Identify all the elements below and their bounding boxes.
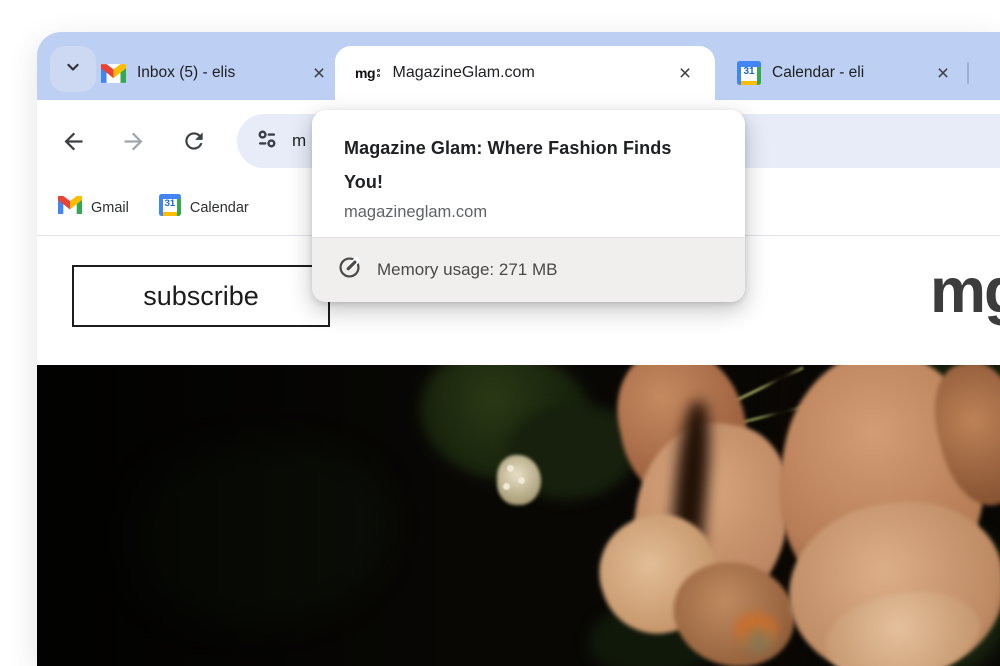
bookmark-calendar[interactable]: 31 Calendar	[159, 194, 249, 221]
tab-calendar[interactable]: 31 Calendar - eli ×	[737, 46, 955, 100]
close-icon[interactable]: ×	[307, 61, 331, 85]
gmail-icon	[101, 64, 126, 83]
forward-arrow-icon	[120, 128, 147, 155]
reload-icon	[181, 128, 207, 154]
hero-flower-image	[37, 365, 1000, 666]
hover-card-title: Magazine Glam: Where Fashion Finds You!	[344, 131, 713, 199]
bookmark-label: Gmail	[91, 200, 129, 216]
back-button[interactable]	[56, 124, 90, 158]
magazineglam-favicon: mg	[355, 65, 380, 81]
hover-card-memory-section: Memory usage: 271 MB	[312, 237, 745, 302]
tune-icon	[256, 128, 278, 155]
chevron-down-icon	[63, 57, 83, 82]
subscribe-label: subscribe	[143, 281, 259, 312]
favicon-marks	[377, 69, 380, 79]
tab-hover-card: Magazine Glam: Where Fashion Finds You! …	[312, 110, 745, 302]
screenshot-stage: Inbox (5) - elis × mg MagazineGlam.com ×…	[0, 0, 1000, 666]
calendar-icon: 31	[159, 194, 181, 221]
calendar-icon: 31	[737, 61, 761, 85]
tab-label: MagazineGlam.com	[393, 64, 674, 82]
tab-search-button[interactable]	[50, 46, 96, 92]
tab-gmail-inbox[interactable]: Inbox (5) - elis ×	[101, 46, 331, 100]
back-arrow-icon	[60, 128, 87, 155]
hover-card-url: magazineglam.com	[344, 203, 713, 222]
gmail-icon	[58, 196, 82, 219]
tab-strip: Inbox (5) - elis × mg MagazineGlam.com ×…	[37, 32, 1000, 100]
bookmark-label: Calendar	[190, 200, 249, 216]
close-icon[interactable]: ×	[673, 61, 697, 85]
subscribe-button[interactable]: subscribe	[72, 265, 330, 327]
forward-button[interactable]	[116, 124, 150, 158]
bookmark-gmail[interactable]: Gmail	[58, 196, 129, 219]
browser-window: Inbox (5) - elis × mg MagazineGlam.com ×…	[37, 32, 1000, 666]
memory-usage-text: Memory usage: 271 MB	[377, 260, 557, 280]
tab-label: Inbox (5) - elis	[137, 64, 299, 82]
close-icon[interactable]: ×	[931, 61, 955, 85]
tab-label: Calendar - eli	[772, 64, 923, 82]
tab-divider	[967, 62, 969, 84]
hover-card-info: Magazine Glam: Where Fashion Finds You! …	[312, 110, 745, 237]
reload-button[interactable]	[177, 124, 211, 158]
site-logo: mg	[930, 255, 1000, 327]
tab-magazineglam-active[interactable]: mg MagazineGlam.com ×	[335, 46, 715, 100]
address-text: m	[292, 131, 306, 151]
gauge-icon	[337, 255, 362, 285]
